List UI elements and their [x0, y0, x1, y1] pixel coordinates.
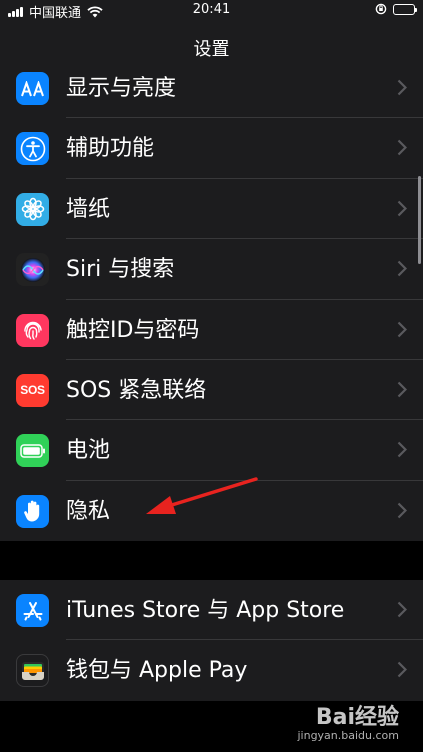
settings-row-itunes-app-store[interactable]: iTunes Store 与 App Store [0, 580, 423, 641]
settings-row-siri[interactable]: Siri 与搜索 [0, 239, 423, 300]
watermark-url: jingyan.baidu.com [297, 729, 399, 742]
settings-row-label: 钱包与 Apple Pay [66, 658, 248, 684]
status-time: 20:41 [192, 2, 231, 17]
settings-group-store: iTunes Store 与 App Store 钱包与 Apple Pay [0, 580, 423, 701]
accessibility-icon [16, 132, 49, 166]
settings-row-accessibility[interactable]: 辅助功能 [0, 118, 423, 179]
settings-row-label: 电池 [66, 438, 111, 464]
settings-row-display[interactable]: 显示与亮度 [0, 58, 423, 119]
scroll-indicator[interactable] [418, 176, 421, 264]
settings-row-touch-id[interactable]: 触控ID与密码 [0, 300, 423, 360]
settings-row-wallet[interactable]: 钱包与 Apple Pay [0, 640, 423, 700]
watermark-brand: Bai经验 [297, 699, 399, 731]
settings-row-label: SOS 紧急联络 [66, 377, 207, 403]
chevron-right-icon [397, 140, 407, 156]
settings-group-general: 显示与亮度 辅助功能 墙纸 Siri 与搜索 触控ID与密码 SOS SOS 紧… [0, 58, 423, 542]
status-bar: 中国联通 20:41 [0, 0, 423, 22]
settings-row-privacy[interactable]: 隐私 [0, 481, 423, 541]
chevron-right-icon [397, 442, 407, 458]
chevron-right-icon [397, 502, 407, 519]
battery-icon [16, 434, 49, 468]
chevron-right-icon [397, 321, 407, 337]
sos-icon-text: SOS [20, 383, 45, 398]
chevron-right-icon [397, 381, 407, 398]
settings-row-label: 辅助功能 [66, 136, 155, 162]
wallpaper-flower-icon [16, 192, 49, 226]
settings-row-battery[interactable]: 电池 [0, 420, 423, 481]
chevron-right-icon [397, 79, 407, 96]
settings-row-wallpaper[interactable]: 墙纸 [0, 179, 423, 240]
chevron-right-icon [397, 260, 407, 277]
app-store-icon [16, 594, 49, 627]
privacy-hand-icon [16, 494, 49, 528]
wallet-icon [16, 654, 49, 688]
settings-row-label: 显示与亮度 [66, 76, 177, 101]
chevron-right-icon [397, 601, 407, 618]
settings-row-label: 隐私 [66, 498, 111, 524]
chevron-right-icon [397, 662, 407, 678]
sos-icon: SOS [16, 373, 49, 407]
status-right [375, 3, 417, 15]
battery-indicator-icon [393, 3, 417, 15]
settings-row-label: 触控ID与密码 [66, 317, 200, 343]
chevron-right-icon [397, 200, 407, 217]
settings-row-label: iTunes Store 与 App Store [66, 598, 345, 623]
watermark-brand-text: Bai经验 [315, 705, 399, 730]
display-aa-icon [16, 72, 49, 105]
fingerprint-icon [16, 313, 49, 347]
orientation-lock-icon [375, 3, 387, 15]
baidu-jingyan-watermark: Bai经验 jingyan.baidu.com [297, 699, 399, 742]
settings-screen: 中国联通 20:41 设置 显示与亮度 辅助功能 墙纸 Siri 与搜索 触控I… [0, 0, 423, 752]
settings-row-label: 墙纸 [66, 196, 111, 222]
settings-row-label: Siri 与搜索 [66, 257, 175, 283]
settings-row-sos[interactable]: SOS SOS 紧急联络 [0, 360, 423, 421]
siri-icon [16, 253, 49, 287]
